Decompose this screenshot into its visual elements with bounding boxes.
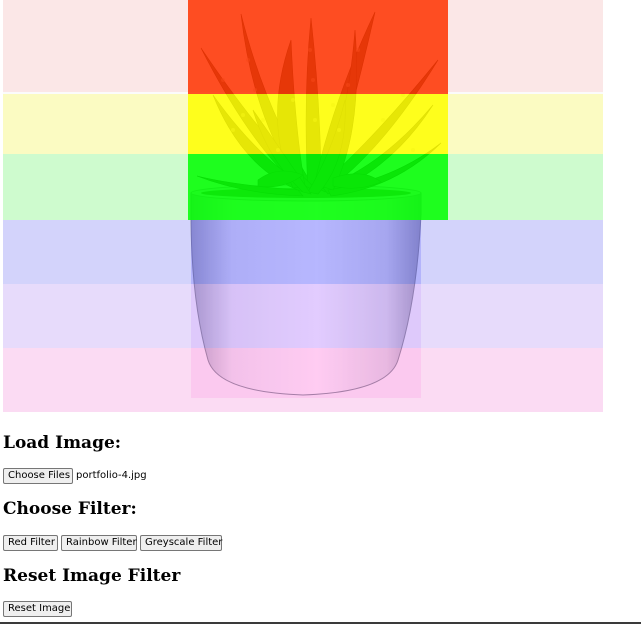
selected-file-name: portfolio-4.jpg — [76, 470, 147, 481]
rainbow-filter-button[interactable]: Rainbow Filter — [61, 535, 137, 551]
red-filter-button[interactable]: Red Filter — [3, 535, 58, 551]
choose-filter-heading: Choose Filter: — [3, 499, 137, 519]
choose-files-button[interactable]: Choose Files — [3, 468, 73, 484]
greyscale-filter-button[interactable]: Greyscale Filter — [140, 535, 222, 551]
plant-image — [3, 0, 603, 412]
reset-image-button[interactable]: Reset Image — [3, 601, 72, 617]
image-canvas — [3, 0, 603, 412]
reset-filter-heading: Reset Image Filter — [3, 566, 181, 586]
load-image-heading: Load Image: — [3, 433, 122, 453]
